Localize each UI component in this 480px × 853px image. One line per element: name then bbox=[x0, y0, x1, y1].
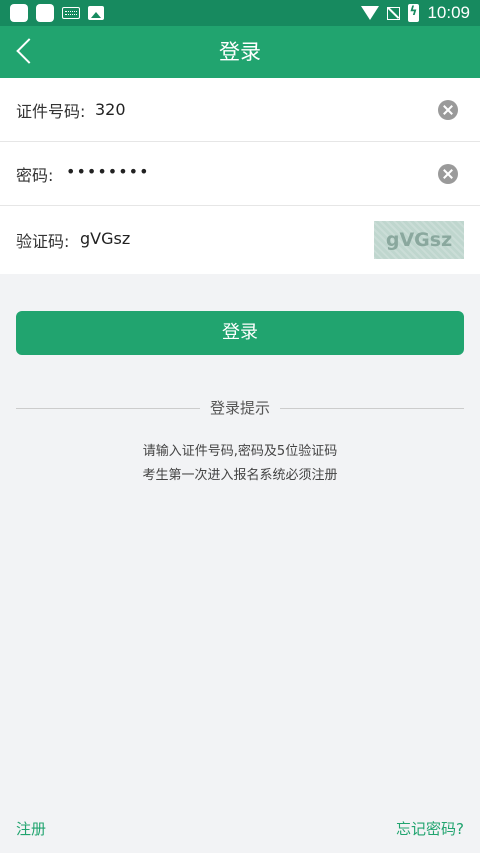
captcha-input[interactable]: gVGsz bbox=[80, 229, 130, 248]
status-bar: 10:09 bbox=[0, 0, 480, 26]
captcha-label: 验证码: bbox=[16, 232, 70, 251]
chevron-left-icon bbox=[16, 38, 42, 64]
id-number-row: 证件号码: bbox=[0, 78, 480, 142]
back-button[interactable] bbox=[8, 34, 44, 70]
status-time: 10:09 bbox=[427, 3, 470, 22]
system-icons: 10:09 bbox=[361, 3, 470, 23]
password-label: 密码: bbox=[16, 165, 54, 185]
wifi-icon bbox=[361, 6, 380, 20]
password-row: 密码: •••••••• bbox=[0, 142, 480, 206]
notification-icons bbox=[10, 4, 104, 22]
clear-icon[interactable] bbox=[438, 164, 458, 184]
image-icon bbox=[88, 6, 104, 20]
login-hint-line-2: 考生第一次进入报名系统必须注册 bbox=[142, 468, 338, 483]
app-notification-icon bbox=[10, 4, 28, 22]
captcha-row: 验证码: gVGsz gVGsz bbox=[0, 206, 480, 274]
keyboard-icon bbox=[62, 7, 80, 19]
title-bar: 登录 bbox=[0, 26, 480, 78]
forgot-password-link[interactable]: 忘记密码? bbox=[396, 818, 464, 839]
register-link[interactable]: 注册 bbox=[16, 818, 46, 839]
clear-icon[interactable] bbox=[438, 100, 458, 120]
id-number-label: 证件号码: bbox=[16, 101, 86, 121]
no-signal-icon bbox=[387, 6, 401, 20]
login-button[interactable]: 登录 bbox=[16, 311, 464, 355]
login-form: 证件号码: 密码: •••••••• 验证码: gVGsz gVGsz bbox=[0, 78, 480, 274]
page-title: 登录 bbox=[219, 40, 261, 64]
app-notification-icon bbox=[36, 4, 54, 22]
password-input[interactable]: •••••••• bbox=[66, 162, 150, 181]
divider bbox=[280, 408, 464, 409]
id-number-input[interactable] bbox=[95, 100, 125, 119]
login-hint-line-1: 请输入证件号码,密码及5位验证码 bbox=[142, 444, 338, 459]
battery-charging-icon bbox=[408, 4, 420, 22]
login-hint-header: 登录提示 bbox=[16, 398, 464, 418]
captcha-image[interactable]: gVGsz bbox=[374, 221, 464, 259]
